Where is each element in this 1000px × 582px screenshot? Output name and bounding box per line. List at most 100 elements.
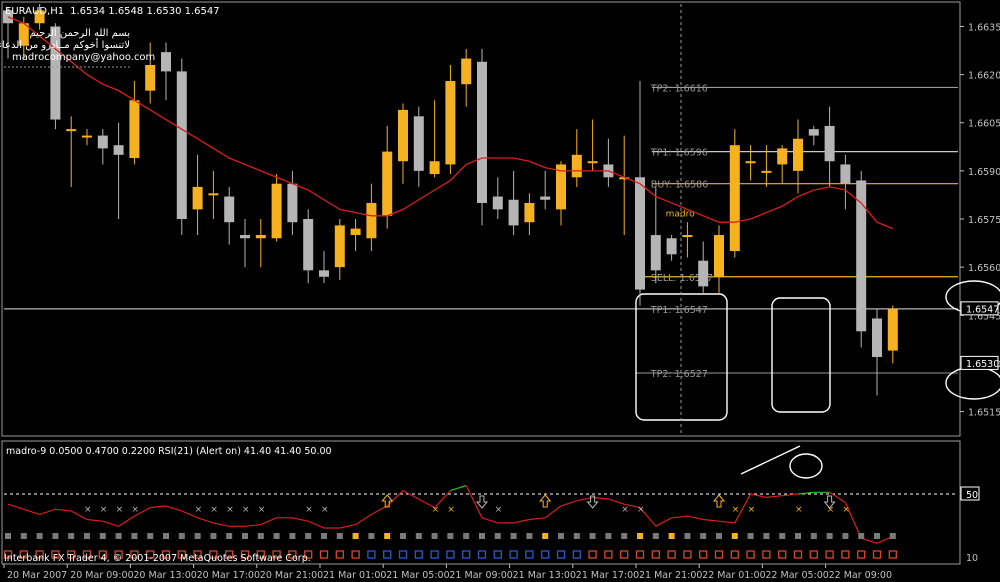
y-tick-label: 1.6635 [968,22,1000,33]
signal-square [874,533,880,539]
signal-square [147,533,154,539]
candle-body [793,138,803,171]
candle-body [271,183,282,239]
candle-body [350,228,361,236]
x-tick-label: 21 Mar 13:00 [513,570,576,581]
level-label: BUY: 1.6586 [651,180,708,191]
x-mark: × [226,505,234,515]
signal-square [652,533,659,539]
signal-square [479,533,485,539]
signal-square [68,533,75,539]
candle-body [382,151,393,216]
candle-body [366,202,377,239]
candle-body [97,135,108,149]
signal-square [763,533,770,539]
signal-square [842,533,849,539]
candle-body [287,183,298,223]
signal-square [115,533,122,539]
candle-body [413,116,424,171]
x-tick-label: 21 Mar 21:00 [639,570,702,581]
candle-body [714,235,724,277]
signal-square [889,533,896,539]
candle-body [208,193,219,196]
candle-body [540,196,551,200]
signal-square [747,533,754,539]
level-label: TP2: 1.6527 [650,369,708,380]
price-badge-label: 1.6530 [966,359,999,370]
signal-square [257,533,264,539]
signal-square [352,533,359,539]
x-tick-label: 20 Mar 13:00 [133,570,196,581]
signal-square [36,533,43,539]
candle-body [698,260,709,287]
candle-body [508,199,519,226]
signal-square [20,533,27,539]
candle-body [82,135,92,138]
candle-body [524,202,535,223]
x-mark: × [732,505,740,515]
level-label: TP1: 1.6596 [650,148,708,159]
candle-body [240,235,250,239]
signal-square [242,533,248,539]
candle-body [777,148,788,165]
x-tick-label: 20 Mar 2007 [7,570,67,581]
price-chart[interactable]: TP2: 1.6616TP1: 1.6596BUY: 1.6586SELL: 1… [0,0,1000,582]
signal-square [131,533,138,539]
header-email: madrocompany@yahoo.com [12,52,155,63]
x-mark: × [305,505,313,515]
signal-square [589,533,596,539]
x-mark: × [842,505,850,515]
candle-body [319,270,329,277]
x-mark: × [116,505,124,515]
signal-square [447,533,454,539]
x-mark: × [495,505,503,515]
candle-body [840,164,851,184]
candle-body [176,71,187,219]
chart-header: EURAUD,H1 1.6534 1.6548 1.6530 1.6547 [5,6,220,17]
x-tick-label: 21 Mar 09:00 [449,570,512,581]
candle-body [303,219,314,271]
signal-square [779,533,786,539]
signal-square [52,533,59,539]
x-mark: × [131,505,139,515]
candle-body [887,308,898,351]
x-tick-label: 21 Mar 01:00 [323,570,386,581]
candle-body [66,129,77,132]
x-mark: × [242,505,250,515]
x-mark: × [321,505,329,515]
x-tick-label: 22 Mar 09:00 [829,570,892,581]
candle-body [872,318,882,357]
candle-body [192,186,203,210]
x-mark: × [195,505,203,515]
header-line-1: بسم الله الرحمن الرحيم [29,28,130,39]
signal-square [558,533,564,539]
x-tick-label: 20 Mar 09:00 [70,570,133,581]
signal-square [289,533,296,539]
candle-body [808,129,819,136]
signal-square [637,533,643,539]
signal-square [99,533,106,539]
x-tick-label: 20 Mar 21:00 [260,570,323,581]
candle-body [477,61,487,203]
candle-body [571,154,582,178]
x-mark: × [258,505,266,515]
signal-square [273,533,280,539]
rsi-level-label: 50 [966,490,978,501]
candle-body [129,100,140,159]
signal-square [573,533,580,539]
x-mark: × [795,505,803,515]
candle-body [587,161,598,164]
y-tick-label: 1.6620 [968,71,1000,82]
candle-body [650,235,661,271]
signal-square [542,533,549,539]
x-mark: × [432,505,440,515]
signal-square [194,533,201,539]
candle-body [255,235,266,239]
signal-square [305,533,312,539]
x-tick-label: 20 Mar 17:00 [197,570,260,581]
signal-square [415,533,422,539]
y-tick-label: 1.6575 [968,215,1000,226]
signal-square [858,533,865,539]
signal-square [84,533,90,539]
rsi-bottom-label: 10 [966,553,978,564]
